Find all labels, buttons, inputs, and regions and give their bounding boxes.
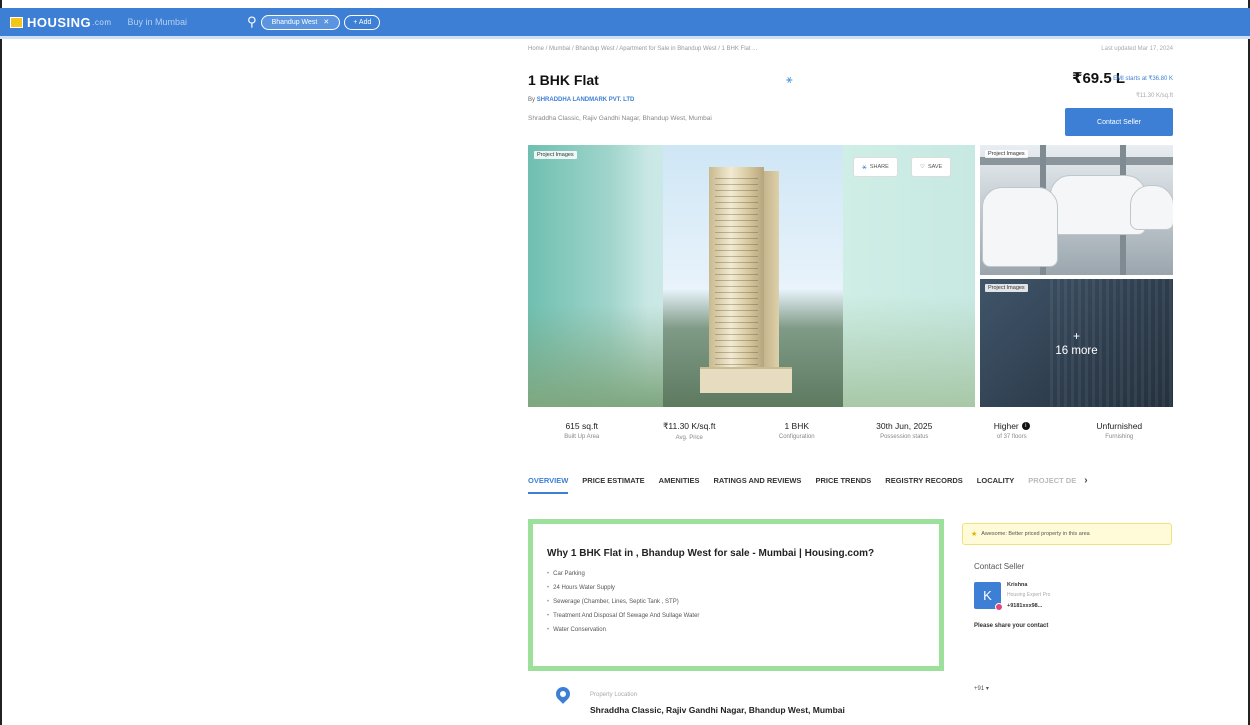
location-label: Property Location — [590, 692, 638, 698]
stat-value: Higher — [993, 421, 1019, 431]
share-icon: ⚹ — [862, 162, 867, 171]
star-icon: ★ — [971, 531, 978, 538]
location-address: Shraddha Classic, Rajiv Gandhi Nagar, Bh… — [590, 705, 845, 715]
save-button[interactable]: ♡ SAVE — [911, 157, 952, 177]
tab-price-estimate[interactable]: PRICE ESTIMATE — [582, 476, 644, 494]
tab-locality[interactable]: LOCALITY — [977, 476, 1015, 494]
price-per-sqft: ₹11.30 K/sq.ft — [1135, 93, 1173, 99]
search-chip[interactable]: Bhandup West ✕ — [260, 14, 341, 30]
car-shape — [1130, 185, 1173, 230]
why-title: Why 1 BHK Flat in , Bhandup West for sal… — [547, 548, 875, 559]
tab-registry-records[interactable]: REGISTRY RECORDS — [885, 476, 963, 494]
property-stats: 615 sq.ft Built Up Area ₹11.30 K/sq.ft A… — [528, 421, 1173, 441]
main-project-image[interactable]: Project Images ⚹ SHARE ♡ SAVE — [528, 145, 975, 407]
avatar: K — [974, 582, 1003, 611]
stat-label: Furnishing — [1105, 434, 1134, 440]
save-button-label: SAVE — [927, 164, 943, 170]
search-icon[interactable]: ⚲ — [247, 14, 257, 30]
builder-line: By SHRADDHA LANDMARK PVT. LTD — [528, 97, 634, 103]
housing-logo[interactable]: HOUSING .com — [10, 15, 112, 30]
image-label: Project Images — [985, 150, 1028, 158]
stat-value: 615 sq.ft — [565, 421, 599, 431]
share-contact-prompt: Please share your contact — [974, 623, 1049, 629]
stat-floor: Higher i of 37 floors — [958, 421, 1066, 441]
page-title: 1 BHK Flat — [528, 72, 599, 88]
stat-avg-price: ₹11.30 K/sq.ft Avg. Price — [636, 421, 744, 441]
stat-built-up-area: 615 sq.ft Built Up Area — [528, 421, 636, 441]
city-selector[interactable]: Buy in Mumbai — [128, 17, 188, 27]
more-images-tile[interactable]: Project Images + 16 more — [980, 279, 1173, 407]
search-chip-label: Bhandup West — [271, 18, 318, 26]
listing-address: Shraddha Classic, Rajiv Gandhi Nagar, Bh… — [528, 115, 712, 122]
contact-seller-title: Contact Seller — [974, 562, 1025, 571]
stat-label: Built Up Area — [564, 434, 600, 440]
image-blur-right — [843, 295, 975, 407]
share-button[interactable]: ⚹ SHARE — [853, 157, 898, 177]
tower-podium — [700, 367, 792, 393]
section-tabs: OVERVIEW PRICE ESTIMATE AMENITIES RATING… — [528, 475, 1173, 495]
info-icon[interactable]: i — [1021, 422, 1030, 430]
plus-icon: + — [1072, 329, 1080, 343]
why-buy-section: Why 1 BHK Flat in , Bhandup West for sal… — [528, 519, 944, 671]
agent-phone[interactable]: +9181xxx98... — [1007, 603, 1042, 609]
image-beam — [980, 157, 1173, 165]
stat-value: 1 BHK — [784, 421, 810, 431]
topbar-divider — [0, 36, 1250, 39]
stat-configuration: 1 BHK Configuration — [743, 421, 851, 441]
chevron-right-icon[interactable]: › — [1084, 475, 1087, 495]
close-icon[interactable]: ✕ — [323, 18, 329, 26]
contact-seller-button[interactable]: Contact Seller — [1065, 108, 1173, 136]
stat-label: Configuration — [778, 434, 815, 440]
tab-ratings-reviews[interactable]: RATINGS AND REVIEWS — [714, 476, 802, 494]
image-label: Project Images — [534, 151, 577, 159]
builder-prefix: By — [528, 97, 536, 103]
stat-value: 30th Jun, 2025 — [876, 421, 933, 431]
image-gallery: Project Images ⚹ SHARE ♡ SAVE Project Im… — [528, 145, 1173, 407]
stat-floor-value: Higher i — [958, 421, 1066, 431]
logo-suffix: .com — [92, 17, 112, 27]
list-item: Treatment And Disposal Of Sewage And Sul… — [547, 613, 699, 619]
builder-link[interactable]: SHRADDHA LANDMARK PVT. LTD — [537, 97, 635, 103]
stat-furnishing: Unfurnished Furnishing — [1066, 421, 1174, 441]
tab-overview[interactable]: OVERVIEW — [528, 476, 569, 494]
price-notice-badge: ★ Awesome: Better priced property in thi… — [962, 523, 1172, 545]
add-locality-button[interactable]: + Add — [344, 14, 381, 30]
share-icon[interactable]: ⚹ — [786, 74, 793, 87]
agent-name: Krishna — [1007, 582, 1028, 588]
more-images-count: 16 more — [1055, 345, 1098, 357]
stat-possession: 30th Jun, 2025 Possession status — [851, 421, 959, 441]
agent-subtitle: Housing Expert Pro — [1007, 592, 1051, 598]
country-code-select[interactable]: +91 ▾ — [974, 685, 989, 692]
price-notice-text: Awesome: Better priced property in this … — [981, 531, 1090, 537]
image-blur-left — [528, 305, 663, 407]
tower-building — [709, 167, 764, 392]
stat-label: Possession status — [880, 434, 929, 440]
logo-text: HOUSING — [27, 14, 92, 30]
breadcrumb[interactable]: Home / Mumbai / Bhandup West / Apartment… — [528, 46, 757, 52]
car-shape — [982, 187, 1058, 267]
badge-icon — [995, 603, 1003, 611]
stat-label: Avg. Price — [675, 435, 703, 441]
top-navigation-bar: HOUSING .com Buy in Mumbai ⚲ Bhandup Wes… — [0, 8, 1250, 36]
list-item: 24 Hours Water Supply — [547, 585, 699, 591]
list-item: Water Conservation — [547, 627, 699, 633]
tab-project-details[interactable]: PROJECT DE — [1028, 476, 1076, 494]
more-images-overlay: + 16 more — [980, 279, 1173, 407]
list-item: Car Parking — [547, 571, 699, 577]
emi-link[interactable]: EMI starts at ₹36.80 K — [1113, 75, 1173, 82]
search-bar: ⚲ Bhandup West ✕ + Add — [247, 14, 381, 30]
avatar-letter: K — [983, 588, 992, 603]
tab-amenities[interactable]: AMENITIES — [659, 476, 700, 494]
stat-label: of 37 floors — [996, 434, 1027, 440]
stat-value: ₹11.30 K/sq.ft — [662, 421, 716, 431]
posted-date: Last updated Mar 17, 2024 — [1101, 46, 1173, 52]
feature-list: Car Parking 24 Hours Water Supply Sewera… — [547, 571, 699, 641]
share-button-label: SHARE — [869, 164, 889, 170]
list-item: Sewerage (Chamber, Lines, Septic Tank , … — [547, 599, 699, 605]
heart-icon: ♡ — [920, 164, 925, 170]
parking-image[interactable]: Project Images — [980, 145, 1173, 275]
stat-value: Unfurnished — [1096, 421, 1143, 431]
tab-price-trends[interactable]: PRICE TRENDS — [815, 476, 871, 494]
logo-mark-icon — [10, 16, 23, 28]
